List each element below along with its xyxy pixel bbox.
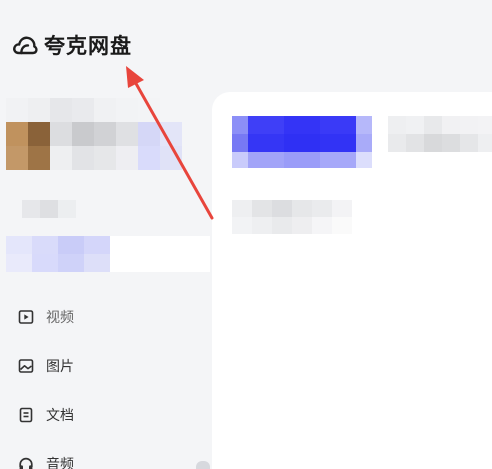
scrollbar-thumb[interactable]: [196, 461, 210, 469]
sidebar-item-documents[interactable]: 文档: [18, 390, 208, 439]
sidebar-item-images[interactable]: 图片: [18, 341, 208, 390]
primary-action-button-redacted[interactable]: [232, 116, 372, 168]
sidebar-item-label: 文档: [46, 407, 74, 424]
headphones-icon: [19, 457, 33, 469]
app-header: 夸克网盘: [12, 30, 132, 60]
sidebar-item-label: 视频: [46, 309, 74, 326]
sidebar-item-label: 图片: [46, 358, 74, 375]
cloud-icon: [13, 36, 38, 55]
sidebar-item-audio[interactable]: 音频: [18, 439, 208, 469]
sidebar-item-video[interactable]: 视频: [18, 292, 208, 341]
app-title: 夸克网盘: [44, 34, 132, 58]
video-play-icon: [18, 309, 34, 324]
user-profile-redacted: [6, 98, 182, 170]
section-label-redacted: [22, 200, 76, 218]
document-icon: [19, 407, 33, 422]
secondary-action-button-redacted[interactable]: [388, 116, 492, 152]
breadcrumb-redacted: [232, 200, 352, 234]
sidebar-nav: 视频 图片 文档 音频: [18, 292, 208, 469]
selected-nav-item-redacted[interactable]: [6, 236, 210, 272]
sidebar-item-label: 音频: [46, 456, 74, 469]
image-icon: [18, 358, 34, 373]
